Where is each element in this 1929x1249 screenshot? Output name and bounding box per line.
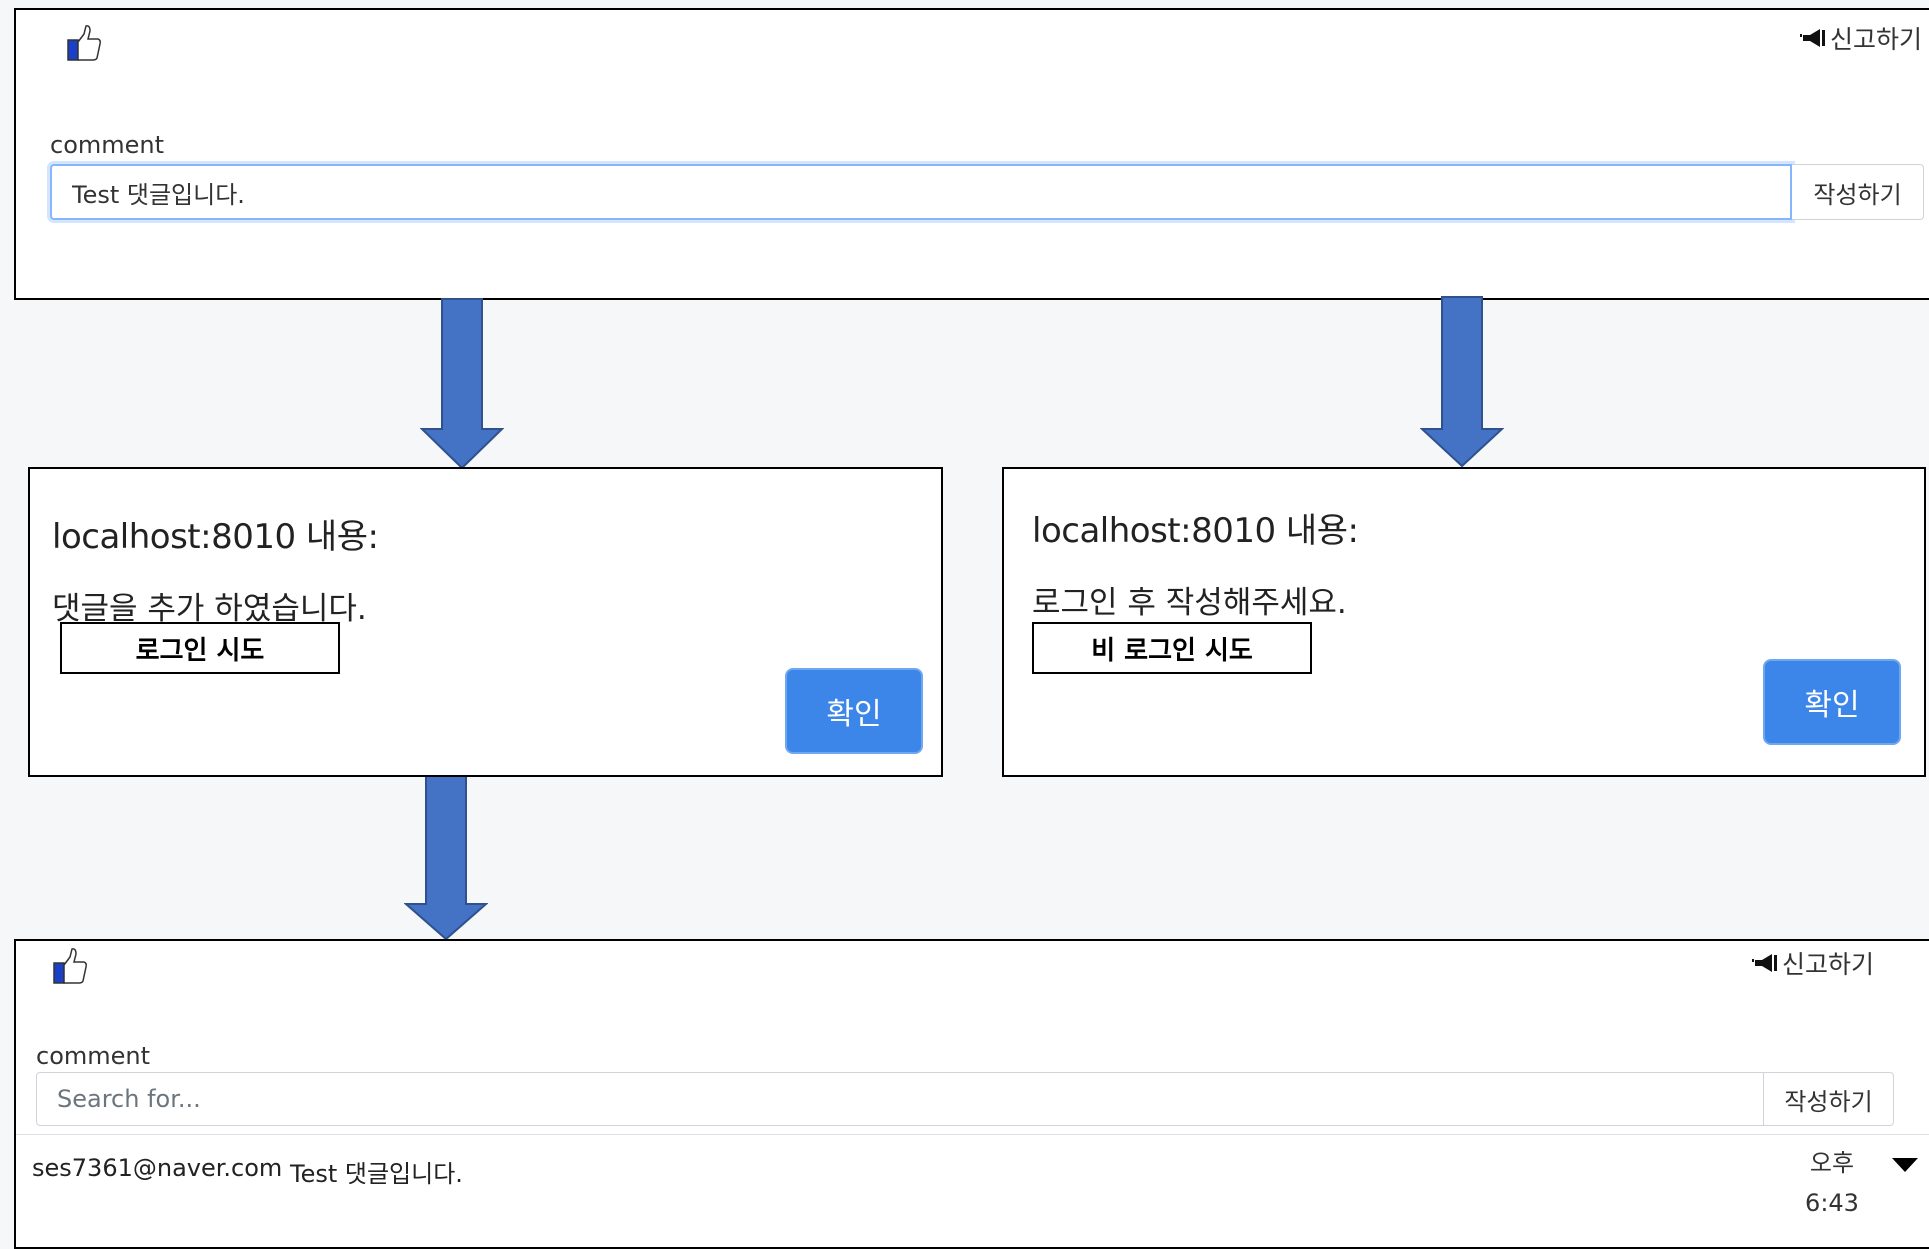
comment-input[interactable] xyxy=(50,164,1792,220)
comment-time-period: 오후 xyxy=(1809,1149,1855,1177)
submit-comment-button[interactable]: 작성하기 xyxy=(1792,164,1924,220)
arrow-down-icon xyxy=(1420,296,1504,468)
dialog-title: localhost:8010 내용: xyxy=(1032,511,1359,551)
arrow-down-icon xyxy=(404,775,488,941)
comment-panel-before: 신고하기 comment 작성하기 xyxy=(14,8,1929,300)
ok-button[interactable]: 확인 xyxy=(1765,661,1899,743)
comment-label: comment xyxy=(36,1042,151,1070)
comment-time-value: 6:43 xyxy=(1805,1189,1859,1217)
like-thumb-icon[interactable] xyxy=(52,947,88,985)
alert-dialog-login: localhost:8010 내용: 댓글을 추가 하였습니다. 로그인 시도 … xyxy=(28,467,943,777)
report-link[interactable]: 신고하기 xyxy=(1799,20,1922,56)
divider xyxy=(16,1134,1929,1135)
alert-dialog-guest: localhost:8010 내용: 로그인 후 작성해주세요. 비 로그인 시… xyxy=(1002,467,1926,777)
megaphone-icon xyxy=(1799,29,1825,47)
comment-author: ses7361@naver.com xyxy=(32,1154,283,1182)
dialog-title: localhost:8010 내용: xyxy=(52,517,379,557)
scenario-tag-guest: 비 로그인 시도 xyxy=(1032,622,1312,674)
ok-button[interactable]: 확인 xyxy=(787,670,921,752)
comment-panel-after: 신고하기 comment 작성하기 ses7361@naver.com Test… xyxy=(14,939,1929,1249)
like-thumb-icon[interactable] xyxy=(66,24,102,62)
megaphone-icon xyxy=(1752,954,1777,972)
comment-input[interactable] xyxy=(36,1072,1764,1126)
scenario-tag-login: 로그인 시도 xyxy=(60,622,340,674)
caret-down-icon[interactable] xyxy=(1892,1158,1918,1172)
dialog-message: 로그인 후 작성해주세요. xyxy=(1032,585,1347,621)
submit-comment-button[interactable]: 작성하기 xyxy=(1764,1072,1894,1126)
comment-text: Test 댓글입니다. xyxy=(290,1160,463,1188)
comment-input-group: 작성하기 xyxy=(50,164,1924,220)
report-label: 신고하기 xyxy=(1782,950,1875,979)
report-label: 신고하기 xyxy=(1829,25,1922,54)
comment-input-group: 작성하기 xyxy=(36,1072,1894,1126)
arrow-down-icon xyxy=(420,298,504,470)
comment-time: 오후 6:43 xyxy=(1802,1143,1862,1223)
report-link[interactable]: 신고하기 xyxy=(1752,945,1874,981)
comment-label: comment xyxy=(50,131,165,159)
